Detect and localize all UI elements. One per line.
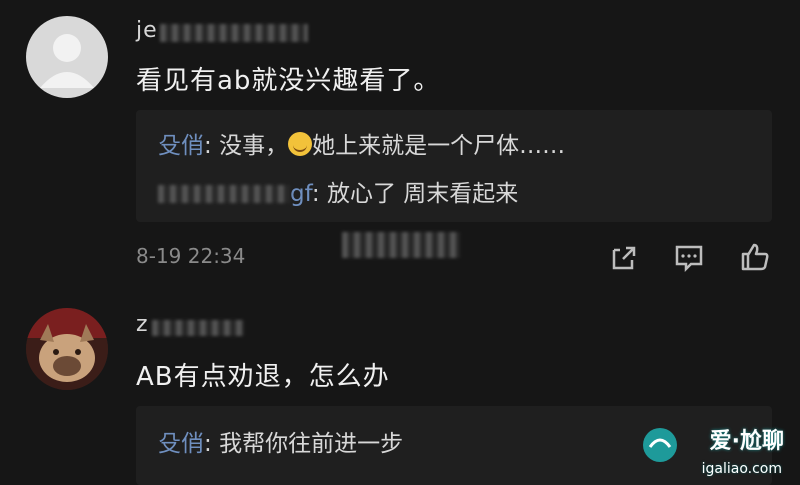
avatar[interactable] xyxy=(26,308,108,390)
watermark-url: igaliao.com xyxy=(701,461,782,477)
avatar[interactable] xyxy=(26,16,108,98)
username[interactable]: je xyxy=(136,18,158,43)
reply-text: 放心了 周末看起来 xyxy=(326,181,519,207)
reply-text: 没事， xyxy=(219,133,289,159)
reply-item: 殳俏: 没事， 她上来就是一个尸体…… xyxy=(158,132,566,159)
blurred-reply-author xyxy=(158,185,290,203)
comment-1: je 看见有ab就没兴趣看了。 殳俏: 没事， 她上来就是一个尸体…… gf: 放… xyxy=(0,0,800,290)
reply-item: 殳俏: 我帮你往前进一步 xyxy=(158,431,404,457)
watermark: 爱·尬聊 igaliao.com xyxy=(640,419,790,479)
default-avatar-icon xyxy=(40,34,94,88)
reply-box[interactable]: 殳俏: 没事， 她上来就是一个尸体…… gf: 放心了 周末看起来 xyxy=(136,110,772,222)
blurred-location xyxy=(342,232,460,258)
thumbs-up-icon xyxy=(741,243,769,271)
share-button[interactable] xyxy=(606,240,640,274)
blurred-username xyxy=(152,320,244,336)
like-button[interactable] xyxy=(738,240,772,274)
watermark-logo-icon xyxy=(643,428,677,462)
comment-text: 看见有ab就没兴趣看了。 xyxy=(136,66,441,96)
reply-text: 我帮你往前进一步 xyxy=(219,431,404,457)
username[interactable]: z xyxy=(136,312,149,337)
share-icon xyxy=(612,246,636,270)
reply-item: gf: 放心了 周末看起来 xyxy=(158,174,518,208)
comment-text: AB有点劝退，怎么办 xyxy=(136,362,390,392)
dog-avatar-icon xyxy=(26,308,108,390)
watermark-text: 爱·尬聊 xyxy=(709,429,784,454)
comment-icon xyxy=(675,245,703,273)
reply-author[interactable]: 殳俏 xyxy=(158,431,204,457)
reply-text-2: 她上来就是一个尸体…… xyxy=(312,133,566,159)
smile-emoji-icon xyxy=(288,132,313,156)
reply-author[interactable]: gf xyxy=(290,181,312,207)
blurred-username xyxy=(160,24,308,42)
comment-button[interactable] xyxy=(672,240,706,274)
reply-author[interactable]: 殳俏 xyxy=(158,133,204,159)
timestamp: 8-19 22:34 xyxy=(136,244,246,268)
